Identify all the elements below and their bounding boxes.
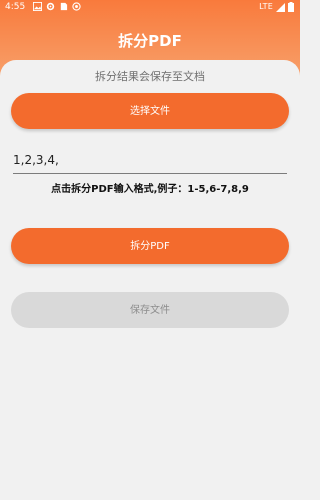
select-file-button[interactable]: 选择文件: [11, 93, 289, 129]
main-panel: 拆分结果会保存至文档 选择文件 1,2,3,4, 点击拆分PDF输入格式,例子：…: [0, 60, 300, 500]
save-location-hint: 拆分结果会保存至文档: [95, 70, 205, 83]
split-pdf-button[interactable]: 拆分PDF: [11, 228, 289, 264]
status-right: LTE: [259, 0, 294, 14]
format-hint: 点击拆分PDF输入格式,例子：1-5,6-7,8,9: [51, 184, 249, 195]
battery-icon: [288, 2, 294, 12]
status-time: 4:55: [5, 2, 26, 12]
status-bar: 4:55 LTE: [0, 0, 300, 14]
status-icons: [33, 2, 81, 11]
page-range-input[interactable]: 1,2,3,4,: [13, 149, 287, 174]
app-icon: [72, 2, 81, 11]
page-range-value: 1,2,3,4,: [13, 153, 59, 167]
network-type: LTE: [259, 2, 273, 11]
save-file-button[interactable]: 保存文件: [11, 292, 289, 328]
gear-icon: [46, 2, 55, 11]
sd-card-icon: [60, 2, 68, 11]
signal-icon: [276, 2, 285, 12]
page-title: 拆分PDF: [118, 32, 182, 50]
image-icon: [33, 2, 42, 11]
